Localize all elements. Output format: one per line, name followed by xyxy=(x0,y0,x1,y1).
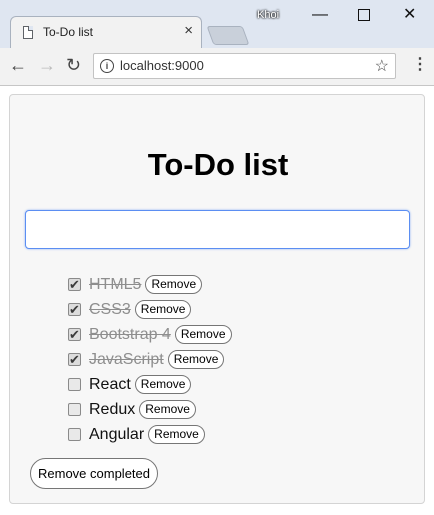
todo-checkbox[interactable] xyxy=(68,428,81,441)
todo-checkbox[interactable]: ✔ xyxy=(68,303,81,316)
page-title: To-Do list xyxy=(147,147,289,182)
page-icon xyxy=(23,26,33,39)
todo-label: Angular xyxy=(89,425,145,443)
todo-list: ✔ HTML5 Remove ✔ CSS3 Remove ✔ Bootstrap… xyxy=(68,272,232,447)
todo-label: HTML5 xyxy=(89,275,142,293)
close-window-icon[interactable]: ✕ xyxy=(403,4,416,24)
page-viewport: To-Do list ✔ HTML5 Remove ✔ CSS3 Remove … xyxy=(0,86,434,515)
reload-icon[interactable]: ↻ xyxy=(66,55,81,75)
todo-item: ✔ HTML5 Remove xyxy=(68,272,232,297)
remove-button[interactable]: Remove xyxy=(148,425,205,444)
bookmark-star-icon[interactable]: ☆ xyxy=(375,56,389,76)
todo-checkbox[interactable]: ✔ xyxy=(68,353,81,366)
remove-button[interactable]: Remove xyxy=(134,375,192,394)
minimize-icon[interactable]: — xyxy=(312,6,328,24)
url-text[interactable]: localhost:9000 xyxy=(120,58,204,73)
address-bar[interactable]: i localhost:9000 ☆ xyxy=(93,53,396,79)
maximize-icon[interactable] xyxy=(358,9,370,21)
back-arrow-icon[interactable]: ← xyxy=(9,55,27,75)
window-titlebar: To-Do list × Khoi — ✕ xyxy=(0,0,434,48)
forward-arrow-icon[interactable]: → xyxy=(38,55,56,75)
remove-button[interactable]: Remove xyxy=(167,350,225,369)
todo-card: To-Do list ✔ HTML5 Remove ✔ CSS3 Remove … xyxy=(9,94,425,504)
remove-button[interactable]: Remove xyxy=(174,325,232,344)
todo-label: React xyxy=(89,375,131,393)
todo-checkbox[interactable]: ✔ xyxy=(68,328,81,341)
remove-button[interactable]: Remove xyxy=(139,400,196,419)
todo-label: Redux xyxy=(89,400,136,418)
remove-button[interactable]: Remove xyxy=(145,275,203,294)
new-tab-button[interactable] xyxy=(206,26,250,45)
todo-checkbox[interactable]: ✔ xyxy=(68,278,81,291)
remove-completed-button[interactable]: Remove completed xyxy=(30,458,158,489)
profile-name[interactable]: Khoi xyxy=(257,9,279,21)
info-icon[interactable]: i xyxy=(100,59,114,73)
todo-item: ✔ CSS3 Remove xyxy=(68,297,232,322)
browser-tab[interactable]: To-Do list × xyxy=(10,16,202,48)
remove-button[interactable]: Remove xyxy=(134,300,192,319)
todo-item: Angular Remove xyxy=(68,422,232,447)
todo-item: ✔ Bootstrap 4 Remove xyxy=(68,322,232,347)
close-tab-icon[interactable]: × xyxy=(184,21,193,41)
todo-item: ✔ JavaScript Remove xyxy=(68,347,232,372)
todo-checkbox[interactable] xyxy=(68,378,81,391)
browser-menu-icon[interactable]: ⋮ xyxy=(412,56,428,74)
todo-item: React Remove xyxy=(68,372,232,397)
tab-title: To-Do list xyxy=(43,25,94,39)
todo-label: Bootstrap 4 xyxy=(89,325,171,343)
todo-label: CSS3 xyxy=(89,300,131,318)
browser-toolbar: ← → ↻ i localhost:9000 ☆ ⋮ xyxy=(0,48,434,86)
todo-item: Redux Remove xyxy=(68,397,232,422)
todo-checkbox[interactable] xyxy=(68,403,81,416)
todo-label: JavaScript xyxy=(89,350,164,368)
new-todo-input[interactable] xyxy=(25,210,410,249)
